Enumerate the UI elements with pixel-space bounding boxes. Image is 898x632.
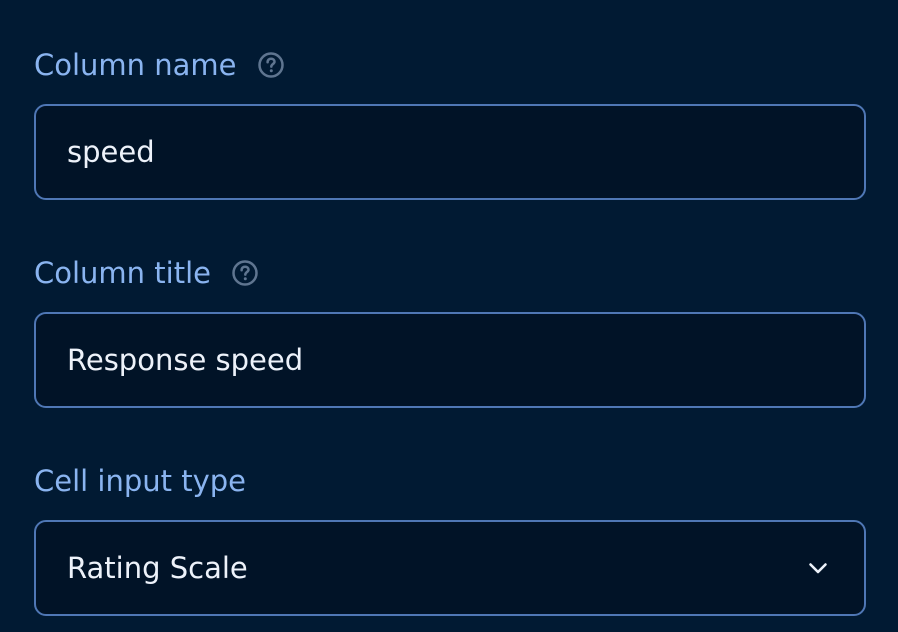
question-circle-icon [232, 260, 258, 286]
chevron-down-icon [806, 556, 830, 580]
cell-input-type-field: Cell input type Rating Scale [34, 461, 866, 616]
cell-input-type-label-row: Cell input type [34, 461, 866, 501]
column-title-input[interactable] [36, 314, 847, 406]
column-name-input[interactable] [36, 106, 847, 198]
column-name-label: Column name [34, 48, 237, 82]
cell-input-type-label: Cell input type [34, 464, 247, 498]
column-title-field: Column title [34, 253, 866, 408]
question-circle-icon [257, 52, 284, 78]
column-name-field: Column name [34, 45, 866, 200]
column-title-input-box [34, 312, 866, 408]
help-icon[interactable] [231, 259, 259, 287]
column-name-input-box [34, 104, 866, 200]
cell-input-type-select[interactable]: Rating Scale [34, 520, 866, 616]
cell-input-type-selected-value: Rating Scale [67, 551, 248, 585]
column-name-label-row: Column name [34, 45, 866, 85]
help-icon[interactable] [257, 51, 285, 79]
column-title-label-row: Column title [34, 253, 866, 293]
column-title-label: Column title [34, 256, 211, 290]
